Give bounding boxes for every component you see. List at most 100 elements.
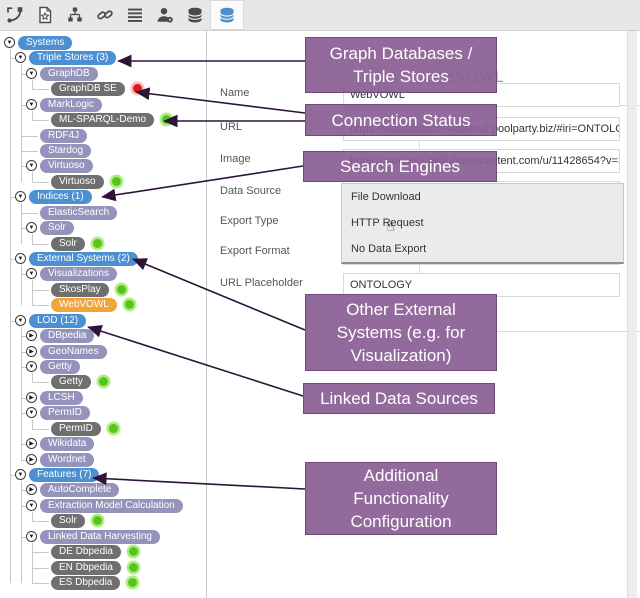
tree-node-en-dbpedia[interactable]: EN Dbpedia [51,560,121,575]
collapse-toggle-icon[interactable]: ▼ [26,160,37,172]
tree-node-webvowl[interactable]: WebVOWL [51,298,117,313]
tree-row: ML-SPARQL-Demo [0,113,206,128]
tree-node-dbpedia[interactable]: DBpedia [40,329,95,344]
tree-node-getty[interactable]: Getty [51,375,91,390]
tree-node-indices-1-[interactable]: Indices (1) [29,190,92,205]
callout-line: Search Engines [339,157,461,176]
tree-row: Stardog [0,144,206,159]
tree-row: EN Dbpedia [0,560,206,576]
tree-row: Virtuoso [0,174,206,190]
collapse-toggle-icon[interactable]: ▼ [15,191,26,203]
tree-node-triple-stores-3-[interactable]: Triple Stores (3) [29,51,117,66]
tree-node-skosplay[interactable]: SkosPlay [51,282,109,297]
collapse-toggle-icon[interactable]: ▼ [26,268,37,280]
tree-node-solr[interactable]: Solr [51,236,85,251]
field-label-url: URL [220,121,243,133]
tree-connector [32,181,49,183]
expand-toggle-icon[interactable]: ▶ [26,438,37,450]
green-connection-status-dot [129,547,138,557]
tree-row: ▼ Solr [0,221,206,236]
collapse-toggle-icon[interactable]: ▼ [26,98,37,110]
collapse-toggle-icon[interactable]: ▼ [15,52,26,64]
tree-row: ▶ GeoNames [0,344,206,360]
tree-row: ▼ Indices (1) [0,190,206,205]
tree-node-autocomplete[interactable]: AutoComplete [40,483,120,498]
field-label-url-placeholder: URL Placeholder [220,277,303,289]
tree-node-elasticsearch[interactable]: ElasticSearch [40,205,118,220]
tree-node-de-dbpedia[interactable]: DE Dbpedia [51,545,121,560]
dropdown-option-no-data-export[interactable]: No Data Export [342,236,623,262]
tree-connector [32,243,49,245]
user-settings-icon[interactable] [150,0,180,30]
vertical-scrollbar[interactable] [627,31,637,598]
collapse-toggle-icon[interactable]: ▼ [15,469,26,481]
green-connection-status-dot [128,578,137,588]
tree-node-stardog[interactable]: Stardog [40,144,92,158]
tree-connector [32,583,49,585]
tree-node-rdf4j[interactable]: RDF4J [40,128,88,143]
tree-node-wikidata[interactable]: Wikidata [40,437,95,452]
tree-node-graphdb-se[interactable]: GraphDB SE [51,82,125,97]
hierarchy-icon[interactable] [60,0,90,30]
tree-row: ▶ Wordnet [0,452,206,468]
tree-connector [32,305,49,307]
tree-node-solr[interactable]: Solr [40,221,74,236]
tree-node-virtuoso[interactable]: Virtuoso [40,159,93,174]
tree-node-permid[interactable]: PermID [40,406,90,421]
collapse-toggle-icon[interactable]: ▼ [26,361,37,373]
tree-row: ElasticSearch [0,205,206,221]
link-icon[interactable] [90,0,120,30]
collapse-toggle-icon[interactable]: ▼ [15,314,26,326]
tree-connector [21,151,38,152]
tree-row: ES Dbpedia [0,576,206,591]
connections-icon[interactable] [0,0,30,30]
tree-node-virtuoso[interactable]: Virtuoso [51,174,104,189]
tree-row: PermID [0,421,206,437]
tree-node-wordnet[interactable]: Wordnet [40,452,94,467]
callout-graph-databases: Graph Databases / Triple Stores [305,37,497,93]
tree-node-permid[interactable]: PermID [51,421,101,436]
tree-row: ▼ Features (7) [0,468,206,483]
tree-node-features-7-[interactable]: Features (7) [29,468,100,483]
collapse-toggle-icon[interactable]: ▼ [26,67,37,79]
tree-node-es-dbpedia[interactable]: ES Dbpedia [51,576,121,591]
document-star-icon[interactable] [30,0,60,30]
tree-connector [21,135,38,137]
expand-toggle-icon[interactable]: ▶ [26,391,37,403]
tree-node-lod-12-[interactable]: LOD (12) [29,313,87,328]
tree-node-linked-data-harvesting[interactable]: Linked Data Harvesting [40,529,160,544]
tree-node-geonames[interactable]: GeoNames [40,344,107,359]
tree-node-getty[interactable]: Getty [40,360,80,375]
tree-row: ▼ GraphDB [0,66,206,82]
tree-node-visualizations[interactable]: Visualizations [40,267,117,282]
green-connection-status-dot [99,377,108,387]
dropdown-option-file-download[interactable]: File Download [342,184,623,210]
field-label-image: Image [220,153,251,165]
tree-node-systems[interactable]: Systems [18,36,73,50]
database-icon[interactable] [180,0,210,30]
systems-database-icon[interactable] [210,0,244,30]
tree-node-external-systems-2-[interactable]: External Systems (2) [29,252,138,267]
field-label-name: Name [220,87,250,99]
tree-node-graphdb[interactable]: GraphDB [40,66,98,81]
red-connection-status-dot [133,84,142,94]
expand-toggle-icon[interactable]: ▶ [26,453,37,465]
collapse-toggle-icon[interactable]: ▼ [4,37,15,48]
collapse-toggle-icon[interactable]: ▼ [26,530,37,542]
collapse-toggle-icon[interactable]: ▼ [15,253,26,265]
tree-node-extraction-model-calculation[interactable]: Extraction Model Calculation [40,498,183,513]
collapse-toggle-icon[interactable]: ▼ [26,499,37,511]
collapse-toggle-icon[interactable]: ▼ [26,407,37,419]
callout-linked-data-sources: Linked Data Sources [303,383,495,414]
expand-toggle-icon[interactable]: ▶ [26,345,37,357]
tree-node-lcsh[interactable]: LCSH [40,390,83,405]
callout-line: Visualization) [350,346,452,365]
tree-node-solr[interactable]: Solr [51,514,85,529]
expand-toggle-icon[interactable]: ▶ [26,330,37,342]
expand-toggle-icon[interactable]: ▶ [26,484,37,496]
tree-node-marklogic[interactable]: MarkLogic [40,97,103,112]
tree-connector [32,89,49,91]
tree-node-ml-sparql-demo[interactable]: ML-SPARQL-Demo [51,113,155,128]
list-icon[interactable] [120,0,150,30]
collapse-toggle-icon[interactable]: ▼ [26,222,37,234]
